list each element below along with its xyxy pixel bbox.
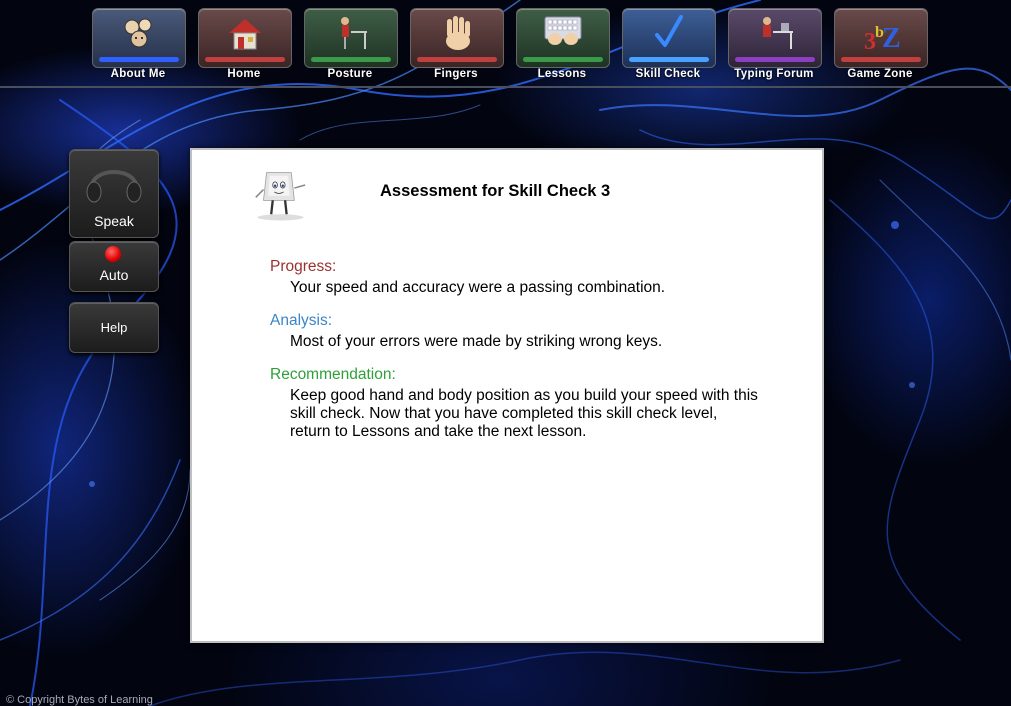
posture-icon [341,17,367,49]
speak-label: Speak [94,213,134,229]
nav-underline [99,57,179,62]
headphones-icon [86,170,142,203]
nav-fingers-button[interactable]: Fingers [410,8,504,84]
auto-label: Auto [99,267,129,283]
recommendation-text: Keep good hand and body position as you … [290,387,758,440]
nav-label: About Me [110,68,166,80]
auto-button[interactable]: Auto [69,241,159,292]
nav-tile [622,8,716,68]
nav-about-me-button[interactable]: About Me [92,8,186,84]
nav-game-zone-button[interactable]: 3 b Z Game Zone [834,8,928,84]
nav-tile [304,8,398,68]
copyright-footer: © Copyright Bytes of Learning [6,694,153,706]
nav-label: Posture [327,68,373,80]
top-navigation: About Me Home Posture Fingers Lessons Sk… [0,0,1011,88]
nav-underline [311,57,391,62]
keyboard-icon [544,16,582,45]
nav-tile [92,8,186,68]
assessment-title: Assessment for Skill Check 3 [380,182,611,200]
nav-underline [523,57,603,62]
nav-tile [198,8,292,68]
nav-label: Fingers [434,68,478,80]
nav-skill-check-button[interactable]: Skill Check [622,8,716,84]
people-icon [124,18,152,48]
recommendation-heading: Recommendation: [270,366,396,383]
keyboard-key-mascot-icon [255,172,306,221]
nav-home-button[interactable]: Home [198,8,292,84]
desk-icon [763,17,793,49]
svg-text:Z: Z [882,23,901,53]
checkmark-icon [655,15,683,47]
nav-tile [728,8,822,68]
nav-tile [410,8,504,68]
hand-icon [446,16,470,50]
nav-label: Typing Forum [734,68,814,80]
nav-tile: 3 b Z [834,8,928,68]
nav-label: Lessons [537,68,587,80]
nav-label: Game Zone [847,68,913,80]
nav-posture-button[interactable]: Posture [304,8,398,84]
letters-icon: 3 b Z [864,23,901,53]
nav-underline [629,57,709,62]
progress-heading: Progress: [270,258,337,275]
nav-underline [205,57,285,62]
speak-button[interactable]: Speak [69,149,159,238]
nav-underline [417,57,497,62]
nav-underline [735,57,815,62]
assessment-panel: Assessment for Skill Check 3 Progress: Y… [190,148,824,643]
progress-text: Your speed and accuracy were a passing c… [290,279,666,296]
record-indicator-icon [105,246,121,262]
analysis-heading: Analysis: [270,312,333,329]
nav-tile [516,8,610,68]
help-button[interactable]: Help [69,302,159,353]
nav-label: Home [227,68,261,80]
nav-label: Skill Check [635,68,701,80]
analysis-text: Most of your errors were made by strikin… [290,333,663,350]
nav-lessons-button[interactable]: Lessons [516,8,610,84]
nav-typing-forum-button[interactable]: Typing Forum [728,8,822,84]
help-label: Help [100,320,128,335]
nav-underline [841,57,921,62]
house-icon [229,19,261,50]
